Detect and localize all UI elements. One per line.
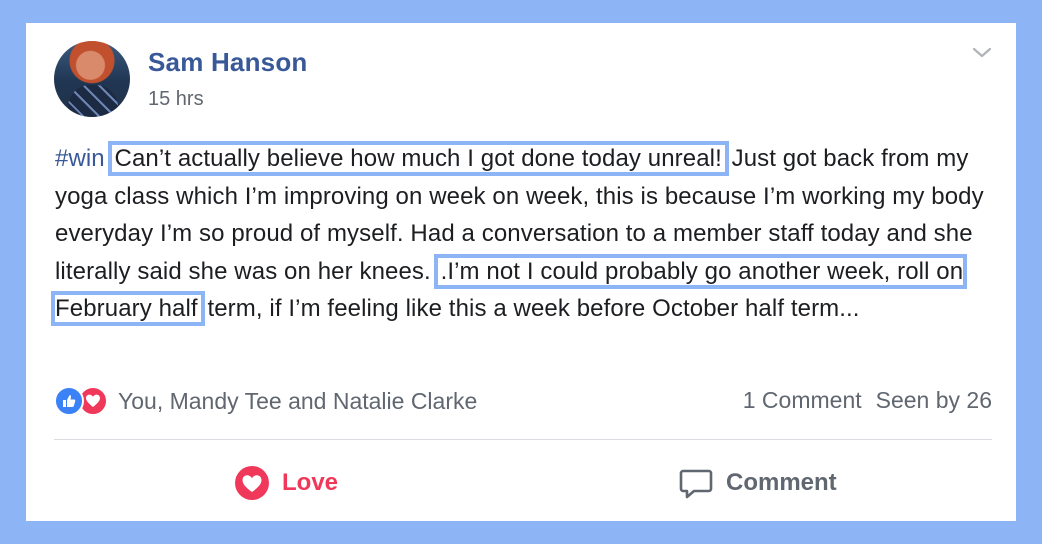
post-timestamp[interactable]: 15 hrs [148,88,204,111]
post-text-2: term, if I’m feeling like this a week be… [200,295,860,322]
love-icon [235,466,269,500]
avatar-figure [68,85,118,117]
post-body: #win Can’t actually believe how much I g… [50,140,1005,328]
author-name[interactable]: Sam Hanson [148,47,308,78]
post-stats: 1 Comment Seen by 26 [743,387,992,414]
chevron-down-icon[interactable] [970,43,994,63]
reactions-summary[interactable]: You, Mandy Tee and Natalie Clarke [54,385,477,417]
divider [54,439,992,440]
comment-button[interactable]: Comment [678,463,837,503]
comment-icon [679,469,713,499]
avatar[interactable] [54,41,130,117]
reaction-names[interactable]: You, Mandy Tee and Natalie Clarke [118,388,477,415]
seen-count[interactable]: Seen by 26 [876,387,992,414]
comment-label: Comment [726,469,837,496]
post-card: Sam Hanson 15 hrs #win Can’t actually be… [26,23,1016,521]
comment-count[interactable]: 1 Comment [743,387,862,414]
love-button[interactable]: Love [234,463,338,503]
thumbs-up-icon [54,386,84,416]
love-label: Love [282,469,339,496]
hashtag-link[interactable]: #win [55,145,105,172]
highlighted-text-1: Can’t actually believe how much I got do… [107,141,729,176]
